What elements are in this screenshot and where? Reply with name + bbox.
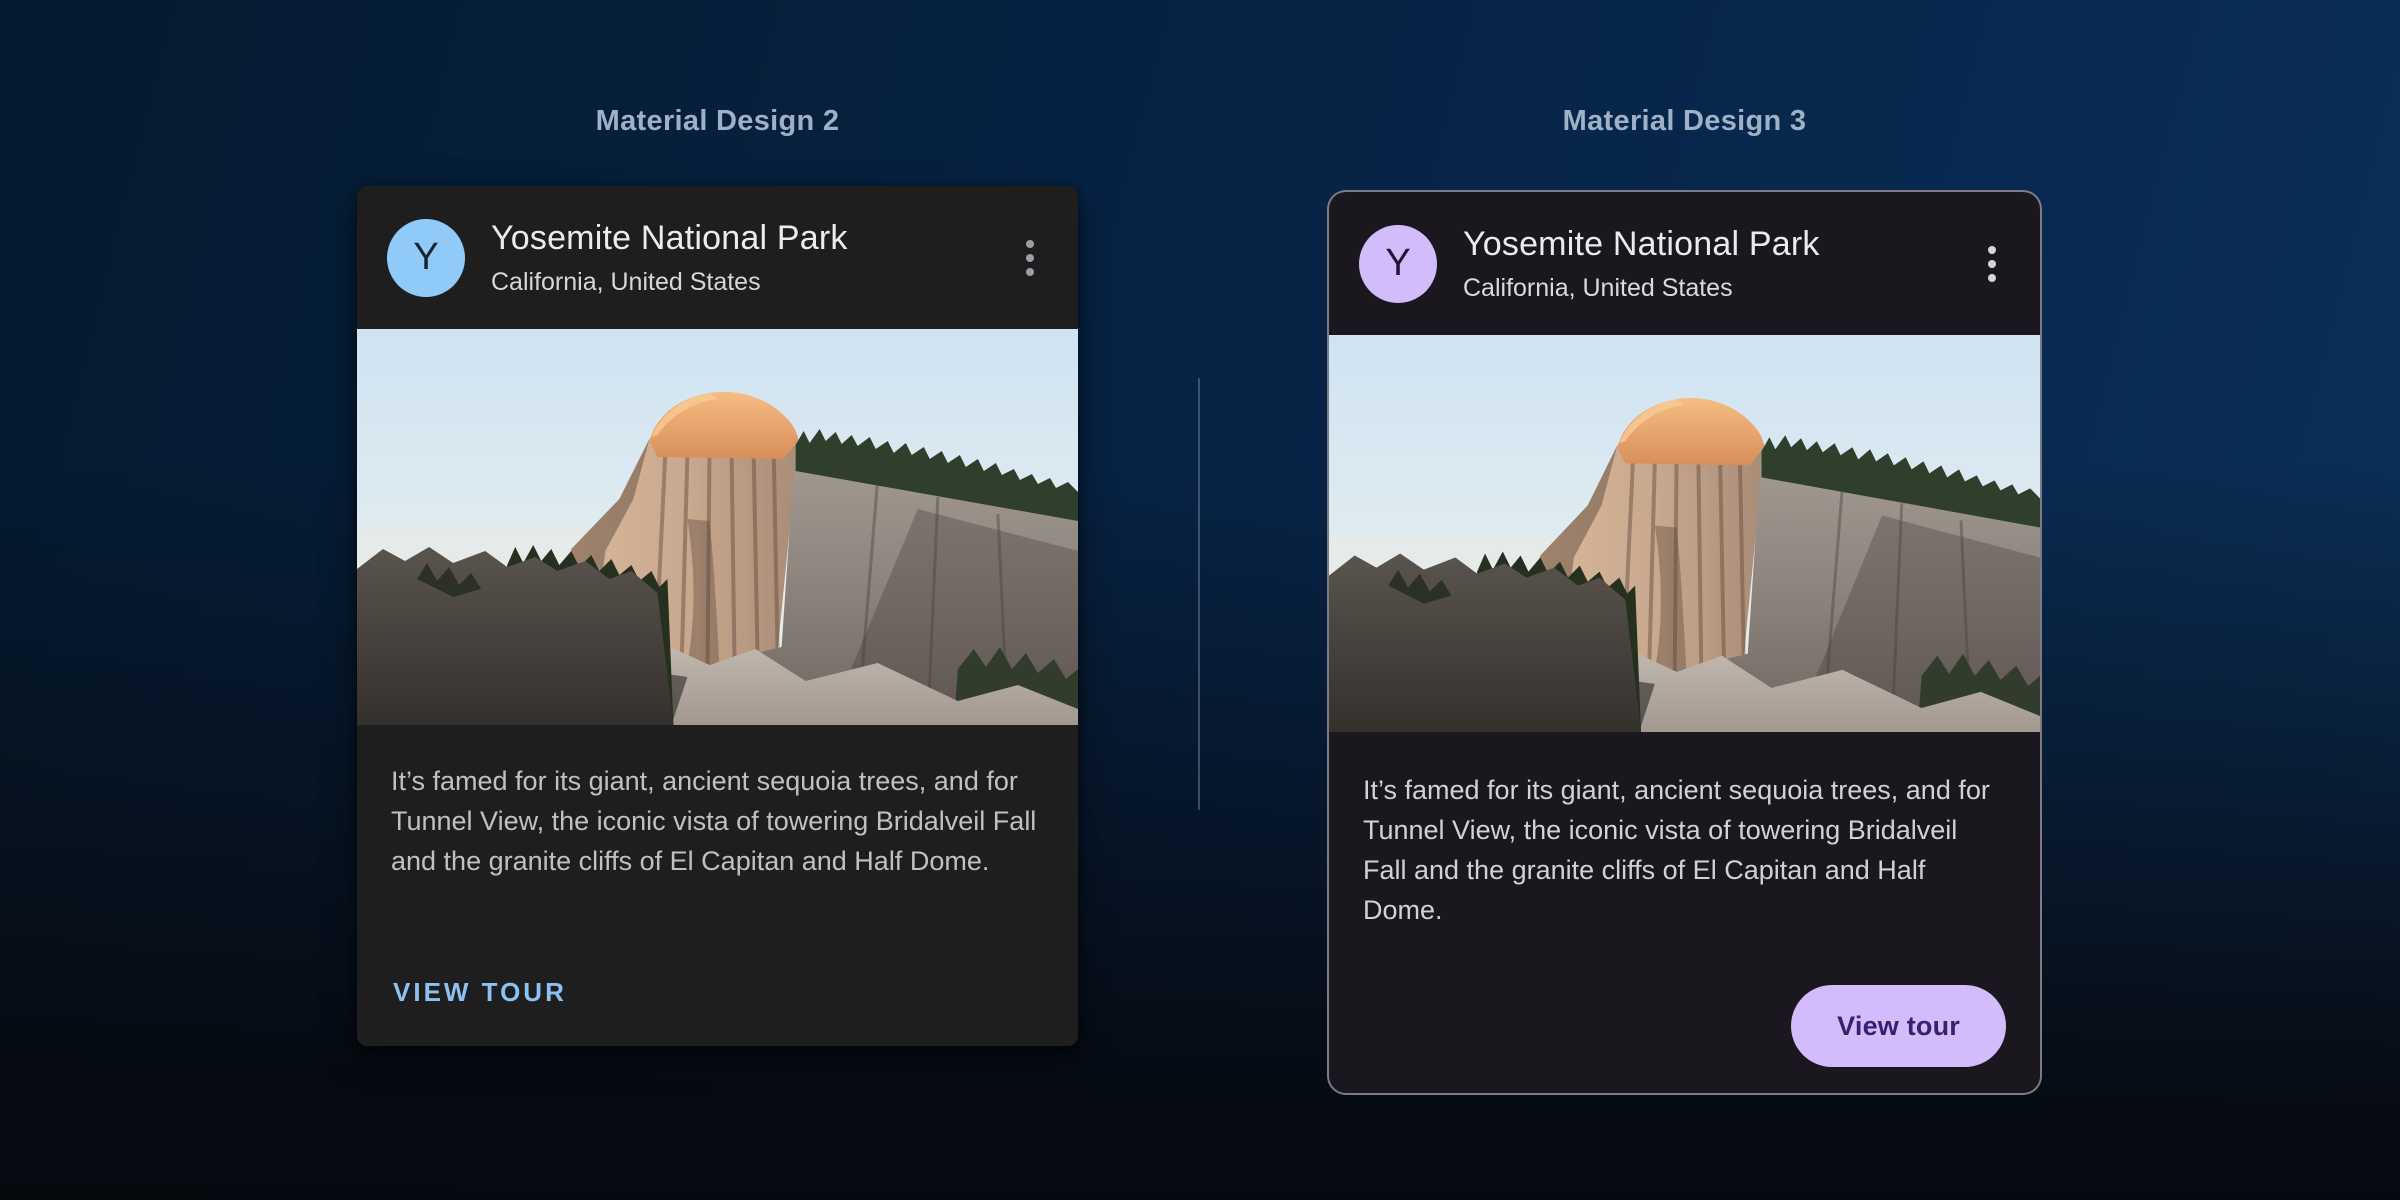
- avatar: Y: [387, 219, 465, 297]
- half-dome-photo: [1329, 335, 2040, 732]
- card-description: It’s famed for its giant, ancient sequoi…: [357, 725, 1078, 881]
- card-subtitle: California, United States: [1463, 273, 1820, 303]
- vertical-divider: [1198, 378, 1200, 810]
- half-dome-photo: [357, 329, 1078, 725]
- more-vert-icon[interactable]: [1974, 236, 2010, 292]
- card-subtitle: California, United States: [491, 267, 848, 297]
- card-actions: View tour: [1329, 985, 2040, 1093]
- md2-card: Y Yosemite National Park California, Uni…: [357, 186, 1078, 1046]
- card-title: Yosemite National Park: [1463, 224, 1820, 264]
- more-vert-icon[interactable]: [1012, 230, 1048, 286]
- md3-section-label: Material Design 3: [1327, 101, 2042, 141]
- card-title-group: Yosemite National Park California, Unite…: [1463, 224, 1820, 303]
- page-background: { "background": { "top_left": "#051a2f",…: [0, 0, 2400, 1200]
- card-title-group: Yosemite National Park California, Unite…: [491, 218, 848, 297]
- view-tour-button[interactable]: VIEW TOUR: [391, 971, 569, 1014]
- card-actions: VIEW TOUR: [357, 971, 1078, 1046]
- card-header: Y Yosemite National Park California, Uni…: [1329, 192, 2040, 335]
- card-title: Yosemite National Park: [491, 218, 848, 258]
- md2-section-label: Material Design 2: [357, 101, 1078, 141]
- view-tour-button[interactable]: View tour: [1791, 985, 2006, 1067]
- card-description: It’s famed for its giant, ancient sequoi…: [1329, 732, 2040, 930]
- md3-card: Y Yosemite National Park California, Uni…: [1327, 190, 2042, 1095]
- card-header: Y Yosemite National Park California, Uni…: [357, 186, 1078, 329]
- avatar: Y: [1359, 225, 1437, 303]
